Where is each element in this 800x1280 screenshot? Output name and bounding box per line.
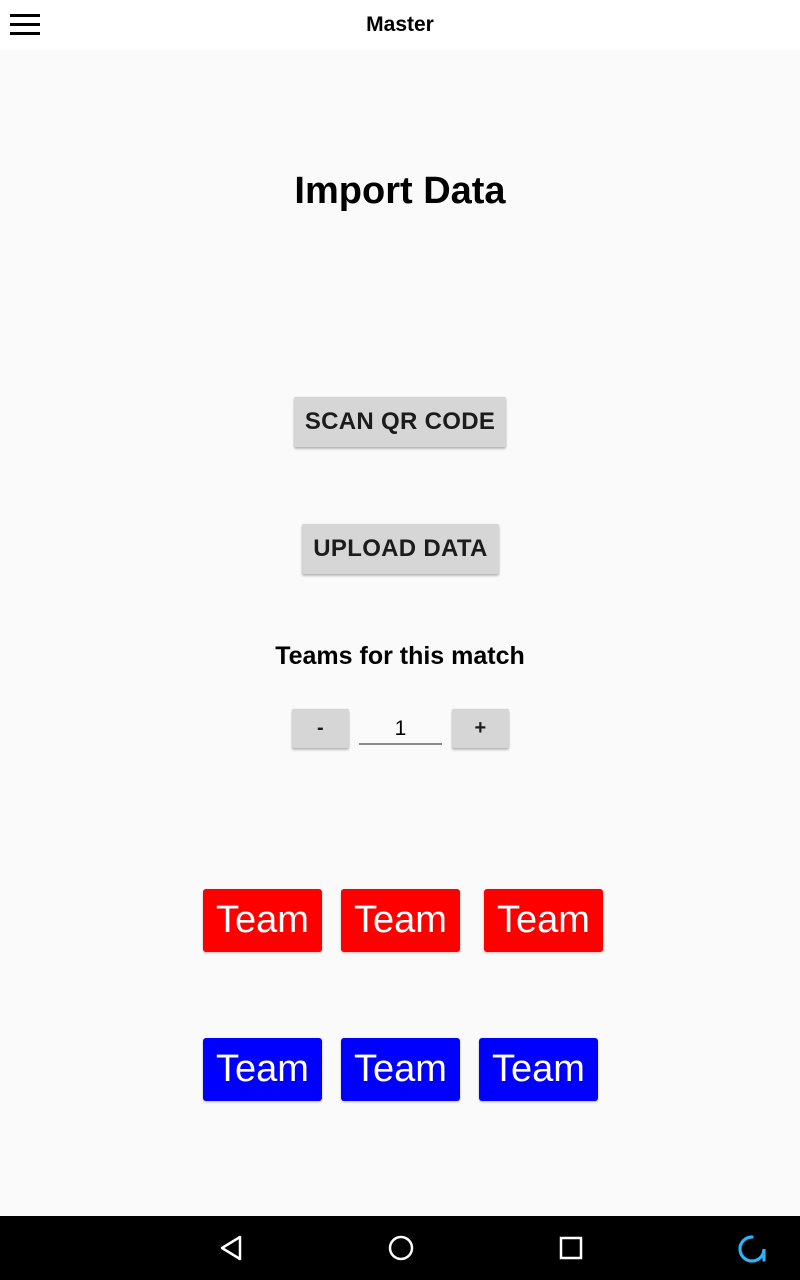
system-nav-bar <box>0 1216 800 1280</box>
blue-team-button-2[interactable]: Team <box>341 1038 460 1101</box>
blue-team-button-3[interactable]: Team <box>479 1038 598 1101</box>
upload-data-button[interactable]: UPLOAD DATA <box>302 524 499 574</box>
increment-button[interactable]: + <box>452 709 509 748</box>
red-team-button-1[interactable]: Team <box>203 889 322 952</box>
assistant-ring-icon[interactable] <box>736 1234 768 1264</box>
red-team-button-2[interactable]: Team <box>341 889 460 952</box>
back-triangle-icon[interactable] <box>218 1234 244 1262</box>
team-count-field[interactable] <box>359 714 442 745</box>
app-bar: Master <box>0 0 800 50</box>
page-title: Import Data <box>294 170 506 212</box>
red-team-button-3[interactable]: Team <box>484 889 603 952</box>
hamburger-menu-icon[interactable] <box>10 14 40 36</box>
blue-team-button-1[interactable]: Team <box>203 1038 322 1101</box>
decrement-button[interactable]: - <box>292 709 349 748</box>
scan-qr-code-button[interactable]: SCAN QR CODE <box>294 397 506 447</box>
recents-square-icon[interactable] <box>558 1234 584 1262</box>
home-circle-icon[interactable] <box>387 1234 415 1262</box>
app-title: Master <box>366 13 434 36</box>
teams-count-label: Teams for this match <box>275 642 525 670</box>
